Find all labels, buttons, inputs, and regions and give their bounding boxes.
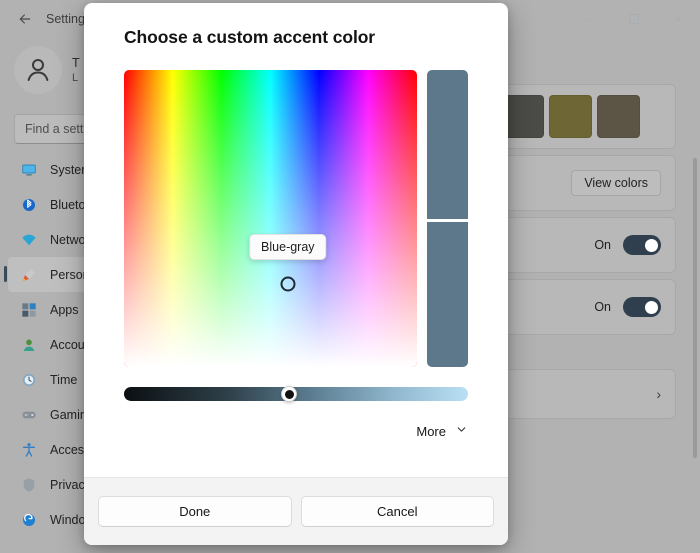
sidebar-item-label: Time <box>50 372 78 387</box>
accessibility-icon <box>20 441 38 459</box>
color-swatch[interactable] <box>549 95 592 138</box>
display-icon <box>20 161 38 179</box>
dialog-title: Choose a custom accent color <box>124 27 376 47</box>
more-button-label: More <box>416 423 446 439</box>
preview-strip-marker <box>425 218 469 222</box>
sidebar-item-label: Apps <box>50 302 79 317</box>
picker-cursor[interactable] <box>280 276 296 292</box>
apps-icon <box>20 301 38 319</box>
close-button[interactable]: × <box>656 0 700 38</box>
saturation-value-picker[interactable]: Blue-gray <box>124 70 417 367</box>
chevron-down-icon <box>455 423 468 439</box>
gamepad-icon <box>20 406 38 424</box>
custom-accent-color-dialog: Choose a custom accent color Blue-gray M… <box>84 3 508 545</box>
whiteness-gradient-layer <box>124 70 417 367</box>
back-arrow-icon[interactable] <box>12 6 38 32</box>
slider-thumb-dot <box>284 389 294 399</box>
window-controls: – × <box>568 0 700 38</box>
toggle-state-label: On <box>594 300 611 314</box>
profile-text: T L <box>72 55 80 86</box>
more-button[interactable]: More <box>416 423 468 439</box>
dialog-body: Choose a custom accent color Blue-gray M… <box>84 3 508 477</box>
wifi-icon <box>20 231 38 249</box>
profile-subtitle: L <box>72 71 79 84</box>
paintbrush-icon <box>20 266 38 284</box>
color-name-tooltip: Blue-gray <box>249 234 327 261</box>
view-colors-button[interactable]: View colors <box>571 170 661 196</box>
done-button[interactable]: Done <box>98 496 292 527</box>
toggle-state-label: On <box>594 238 611 252</box>
minimize-button[interactable]: – <box>568 0 612 38</box>
color-picker-area: Blue-gray <box>124 70 469 367</box>
more-row: More <box>124 423 468 439</box>
chevron-right-icon: › <box>656 386 661 402</box>
cancel-button[interactable]: Cancel <box>300 496 494 527</box>
toggle-switch[interactable] <box>623 235 661 255</box>
shield-icon <box>20 476 38 494</box>
account-icon <box>20 336 38 354</box>
brightness-slider[interactable] <box>124 386 468 402</box>
brightness-slider-thumb[interactable] <box>281 386 298 402</box>
color-swatch[interactable] <box>597 95 640 138</box>
avatar <box>14 46 62 94</box>
content-scrollbar[interactable] <box>693 158 697 458</box>
dialog-footer: Done Cancel <box>84 477 508 545</box>
profile-name: T <box>72 55 80 70</box>
color-preview-strip[interactable] <box>425 70 469 367</box>
screen-root: Settings – × T L Find a setting System B… <box>0 0 700 553</box>
bluetooth-icon <box>20 196 38 214</box>
maximize-button[interactable] <box>612 0 656 38</box>
update-icon <box>20 511 38 529</box>
toggle-switch[interactable] <box>623 297 661 317</box>
clock-icon <box>20 371 38 389</box>
